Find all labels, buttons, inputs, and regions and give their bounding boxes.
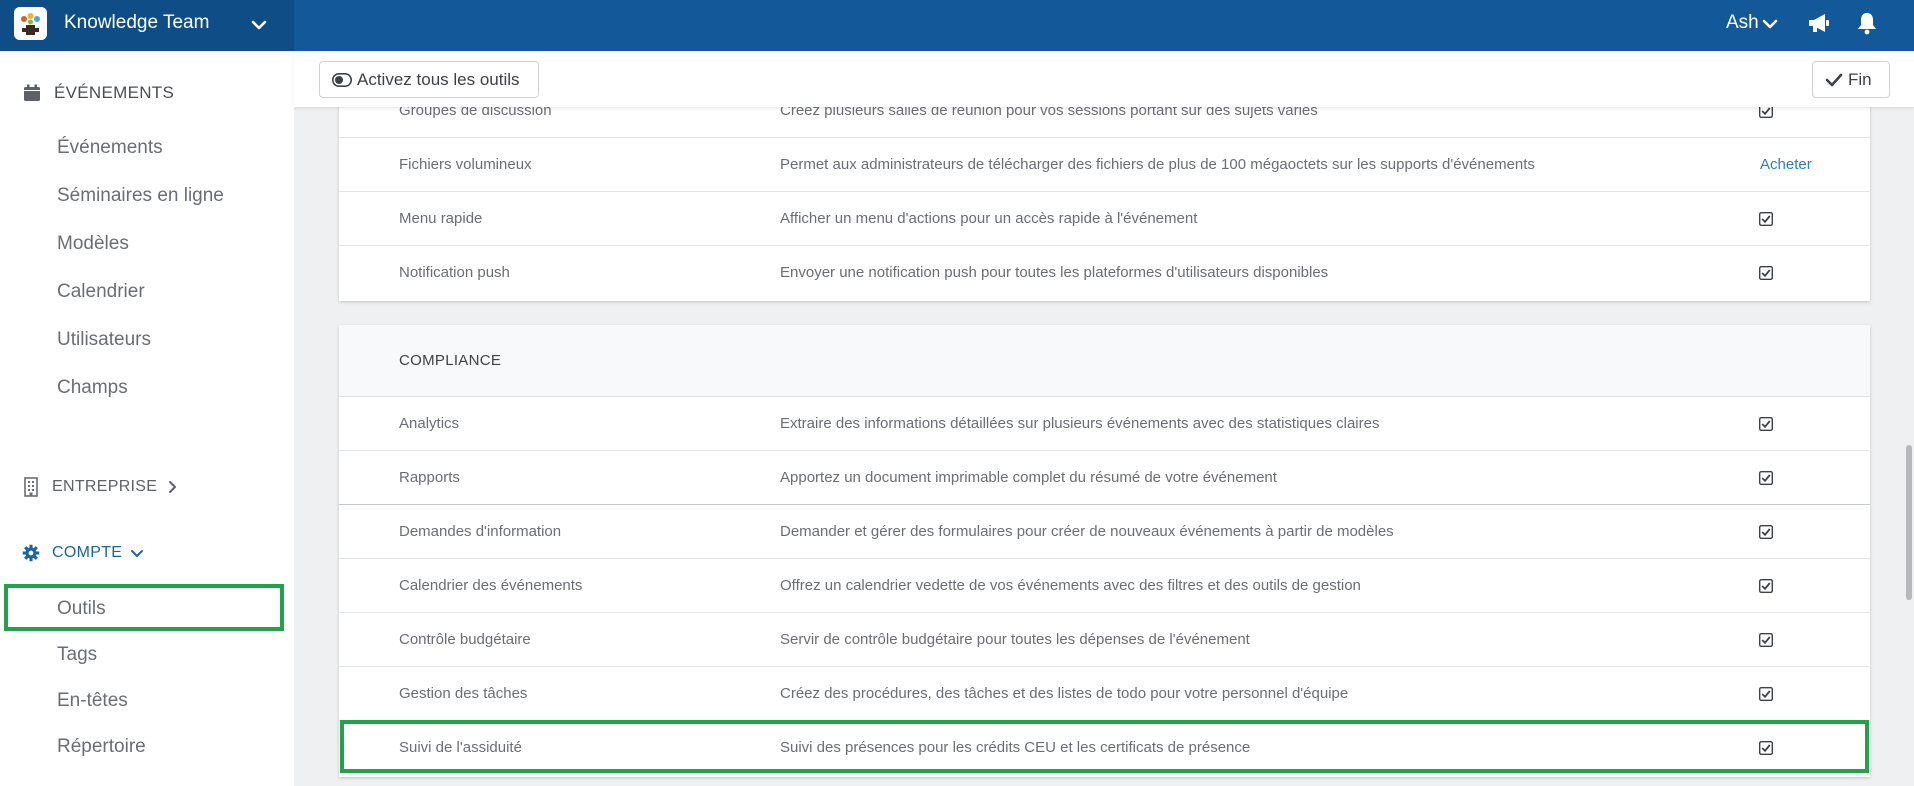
highlight-suivi-assiduite — [340, 720, 1869, 773]
tool-description: Servir de contrôle budgétaire pour toute… — [780, 631, 1250, 648]
checkbox-checked-icon[interactable] — [1759, 417, 1773, 431]
sidebar-section-enterprise[interactable]: ENTREPRISE — [22, 477, 179, 497]
table-row: Notification push Envoyer une notificati… — [339, 246, 1870, 300]
checkbox-checked-icon[interactable] — [1759, 525, 1773, 539]
checkbox-checked-icon[interactable] — [1759, 579, 1773, 593]
tool-description: Offrez un calendrier vedette de vos évén… — [780, 577, 1361, 594]
tool-name: Contrôle budgétaire — [399, 631, 531, 648]
sidebar-item-modeles[interactable]: Modèles — [57, 233, 129, 255]
checkbox-checked-icon[interactable] — [1759, 633, 1773, 647]
team-switcher[interactable]: Knowledge Team — [0, 0, 294, 51]
tools-card: Groupes de discussion Créez plusieurs sa… — [339, 85, 1870, 301]
sidebar-item-en-tetes[interactable]: En-têtes — [57, 690, 128, 712]
table-row: Calendrier des événements Offrez un cale… — [339, 559, 1870, 613]
toggle-all-tools-button[interactable]: Activez tous les outils — [319, 61, 539, 98]
sidebar-item-evenements[interactable]: Événements — [57, 137, 163, 159]
sidebar-section-events[interactable]: ÉVÉNEMENTS — [22, 83, 174, 103]
sidebar-section-account[interactable]: COMPTE — [22, 544, 144, 562]
tool-name: Rapports — [399, 469, 460, 486]
team-name: Knowledge Team — [64, 12, 210, 33]
done-button[interactable]: Fin — [1812, 61, 1890, 98]
sidebar: ÉVÉNEMENTS Événements Séminaires en lign… — [0, 51, 294, 786]
tool-description: Créez des procédures, des tâches et des … — [780, 685, 1349, 702]
tool-name: Gestion des tâches — [399, 685, 528, 702]
tool-description: Permet aux administrateurs de télécharge… — [780, 156, 1535, 173]
chevron-down-icon — [131, 550, 144, 557]
buy-link[interactable]: Acheter — [1760, 156, 1812, 173]
top-bar: Knowledge Team Ash — [0, 0, 1914, 51]
highlight-outils — [4, 584, 284, 631]
section-label: COMPTE — [52, 544, 123, 561]
sidebar-item-tags[interactable]: Tags — [57, 644, 97, 666]
gear-icon — [22, 544, 40, 562]
tool-name: Notification push — [399, 264, 510, 281]
table-row: Rapports Apportez un document imprimable… — [339, 451, 1870, 505]
checkbox-checked-icon[interactable] — [1759, 212, 1773, 226]
team-logo — [14, 7, 47, 40]
checkbox-checked-icon[interactable] — [1759, 266, 1773, 280]
table-row: Menu rapide Afficher un menu d'actions p… — [339, 192, 1870, 246]
checkbox-checked-icon[interactable] — [1759, 471, 1773, 485]
tool-description: Envoyer une notification push pour toute… — [780, 264, 1329, 281]
button-label: Fin — [1848, 69, 1872, 89]
table-row: Analytics Extraire des informations déta… — [339, 397, 1870, 451]
chevron-down-icon[interactable] — [249, 15, 269, 35]
tool-name: Demandes d'information — [399, 523, 562, 540]
toggle-icon — [332, 72, 352, 87]
tool-name: Analytics — [399, 415, 460, 432]
sidebar-item-repertoire[interactable]: Répertoire — [57, 736, 146, 758]
megaphone-icon[interactable] — [1806, 11, 1832, 35]
sidebar-item-utilisateurs[interactable]: Utilisateurs — [57, 329, 151, 351]
card-title: COMPLIANCE — [399, 352, 502, 369]
scrollbar[interactable] — [1906, 445, 1912, 600]
table-row: Contrôle budgétaire Servir de contrôle b… — [339, 613, 1870, 667]
tool-description: Demander et gérer des formulaires pour c… — [780, 523, 1394, 540]
table-row: Fichiers volumineux Permet aux administr… — [339, 138, 1870, 192]
card-header: COMPLIANCE — [339, 325, 1870, 397]
tool-description: Apportez un document imprimable complet … — [780, 469, 1277, 486]
tool-name: Calendrier des événements — [399, 577, 583, 594]
sidebar-item-champs[interactable]: Champs — [57, 377, 128, 399]
section-label: ENTREPRISE — [52, 478, 158, 495]
check-icon — [1825, 73, 1843, 86]
sidebar-item-calendrier[interactable]: Calendrier — [57, 281, 145, 303]
table-row: Gestion des tâches Créez des procédures,… — [339, 667, 1870, 721]
calendar-icon — [24, 84, 40, 101]
compliance-card: COMPLIANCE Analytics Extraire des inform… — [339, 325, 1870, 777]
sidebar-item-seminaires[interactable]: Séminaires en ligne — [57, 185, 224, 207]
tool-name: Menu rapide — [399, 210, 483, 227]
tool-description: Extraire des informations détaillées sur… — [780, 415, 1380, 432]
tool-description: Afficher un menu d'actions pour un accès… — [780, 210, 1198, 227]
user-menu[interactable]: Ash — [1726, 12, 1759, 34]
table-row: Demandes d'information Demander et gérer… — [339, 505, 1870, 559]
button-label: Activez tous les outils — [357, 69, 520, 89]
checkbox-checked-icon[interactable] — [1759, 687, 1773, 701]
building-icon — [24, 477, 38, 497]
section-label: ÉVÉNEMENTS — [54, 83, 175, 102]
chevron-right-icon — [169, 481, 177, 493]
bell-icon[interactable] — [1856, 11, 1878, 35]
toolbar: Activez tous les outils Fin — [294, 51, 1914, 107]
chevron-down-icon[interactable] — [1761, 15, 1779, 33]
tool-name: Fichiers volumineux — [399, 156, 532, 173]
